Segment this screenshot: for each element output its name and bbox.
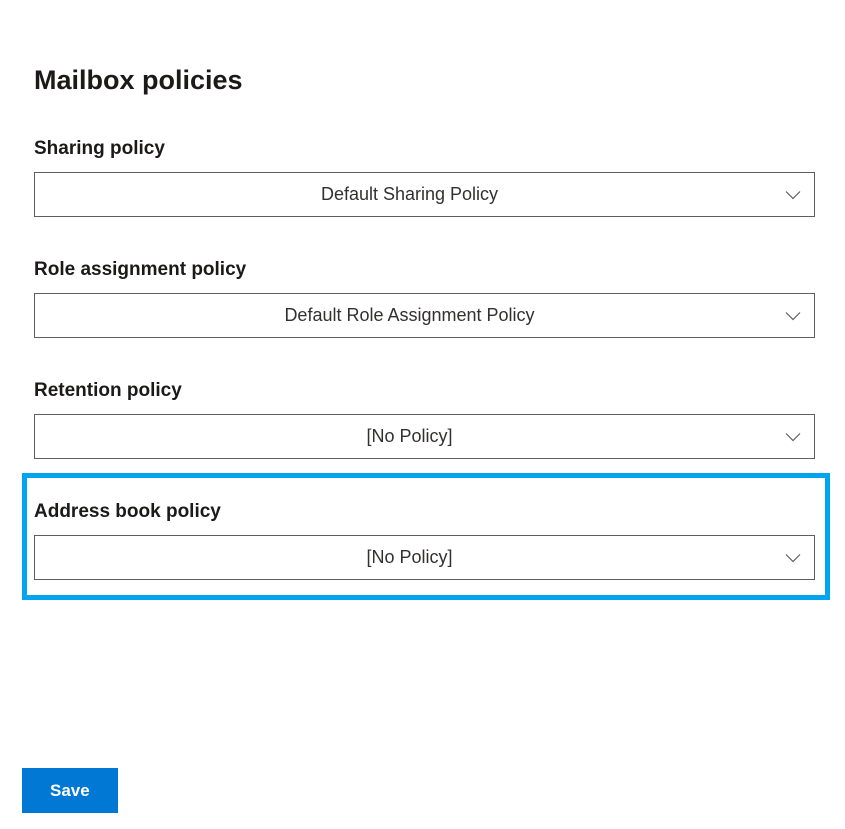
retention-policy-label: Retention policy: [34, 380, 817, 402]
sharing-policy-group: Sharing policy Default Sharing Policy: [34, 138, 817, 217]
retention-policy-select[interactable]: [No Policy]: [34, 414, 815, 459]
role-assignment-policy-label: Role assignment policy: [34, 259, 817, 281]
role-assignment-policy-select-wrapper: Default Role Assignment Policy: [34, 293, 815, 338]
address-book-policy-label: Address book policy: [34, 501, 817, 523]
sharing-policy-label: Sharing policy: [34, 138, 817, 160]
retention-policy-group: Retention policy [No Policy]: [34, 380, 817, 459]
address-book-policy-select-wrapper: [No Policy]: [34, 535, 815, 580]
sharing-policy-select-wrapper: Default Sharing Policy: [34, 172, 815, 217]
sharing-policy-select[interactable]: Default Sharing Policy: [34, 172, 815, 217]
role-assignment-policy-select[interactable]: Default Role Assignment Policy: [34, 293, 815, 338]
page-title: Mailbox policies: [34, 65, 817, 96]
address-book-policy-group: Address book policy [No Policy]: [34, 501, 817, 580]
role-assignment-policy-group: Role assignment policy Default Role Assi…: [34, 259, 817, 338]
save-button[interactable]: Save: [22, 768, 118, 813]
retention-policy-select-wrapper: [No Policy]: [34, 414, 815, 459]
address-book-policy-select[interactable]: [No Policy]: [34, 535, 815, 580]
